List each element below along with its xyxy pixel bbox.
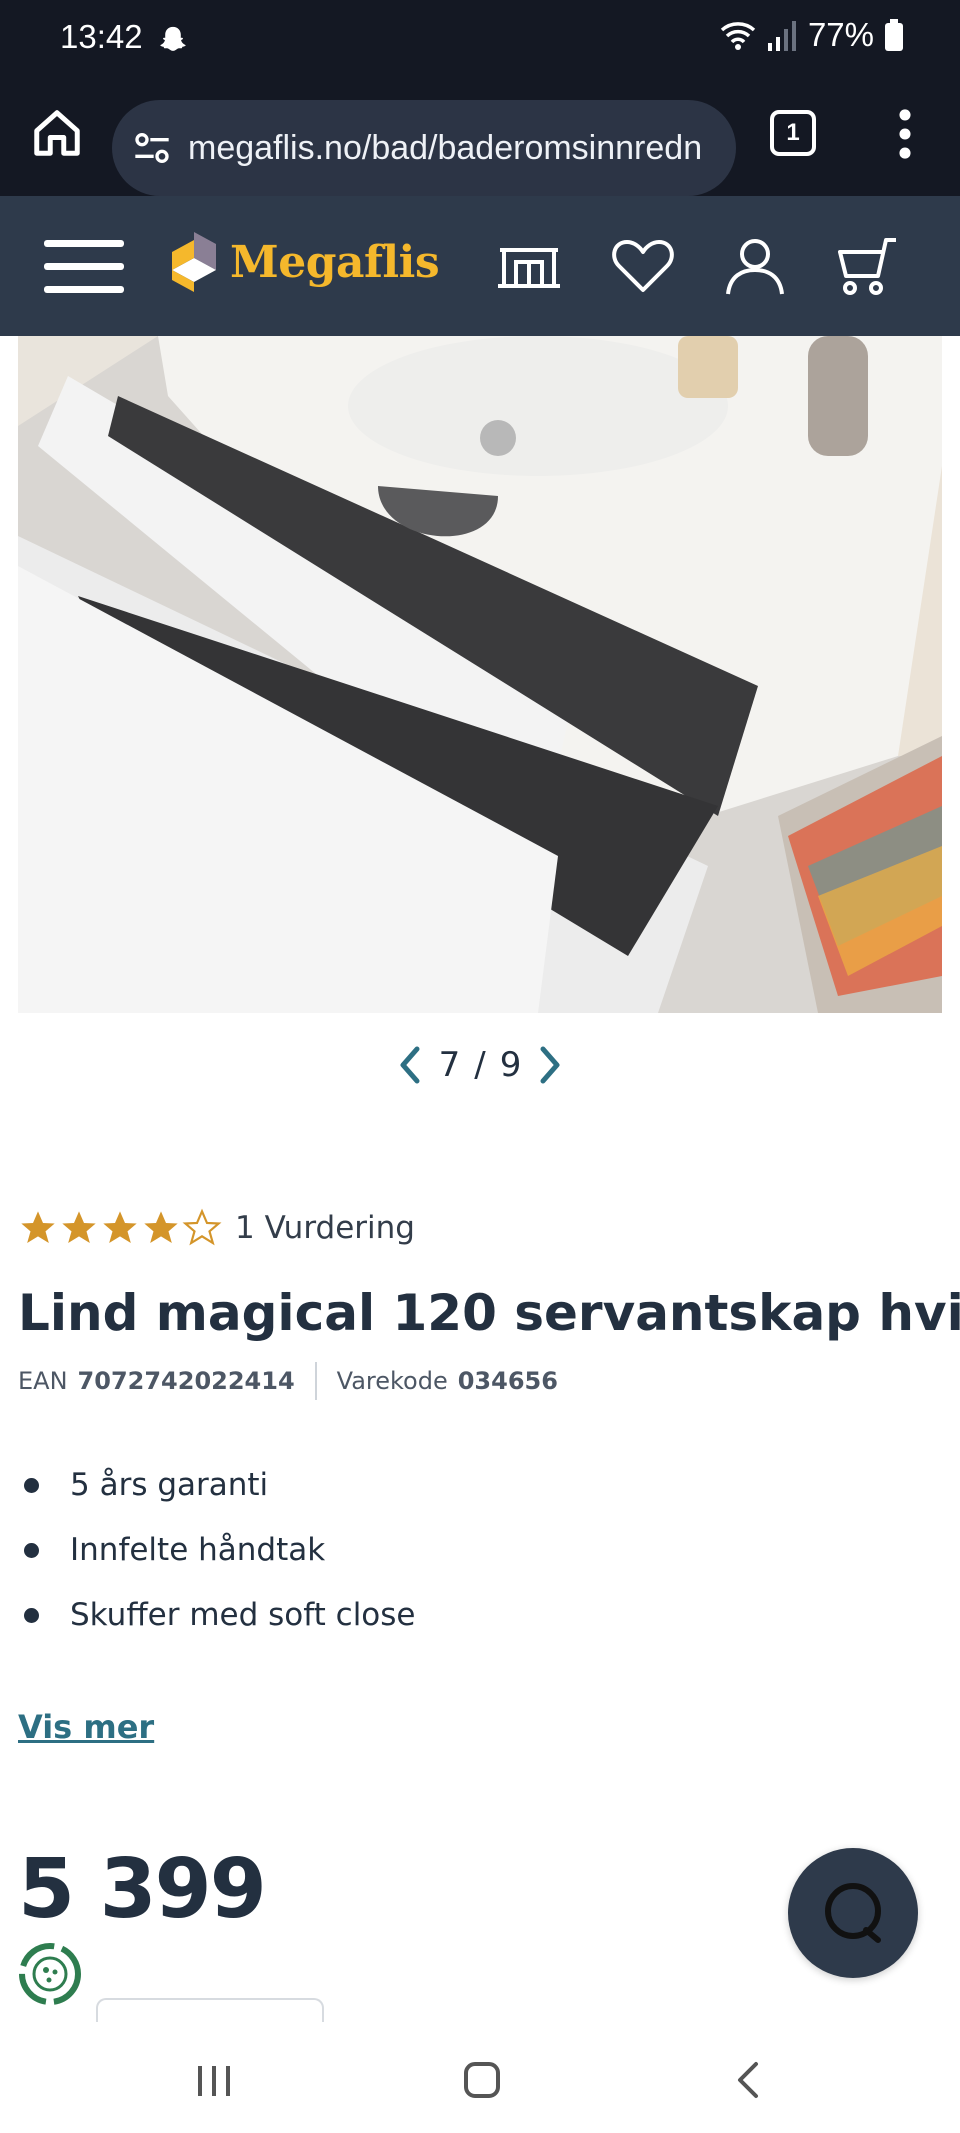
more-options-icon[interactable] [890,108,920,160]
product-title: Lind magical 120 servantskap hvit [18,1284,960,1342]
star-filled-icon [21,1211,55,1243]
chevron-right-icon[interactable] [535,1045,565,1085]
account-icon[interactable] [722,236,788,296]
brand-name: Megaflis [230,236,440,288]
home-nav-icon[interactable] [452,2050,512,2110]
url-text[interactable]: megaflis.no/bad/baderomsinnredn [188,129,728,168]
recent-apps-icon[interactable] [184,2050,244,2110]
snapchat-icon [160,26,186,51]
signal-icon [767,21,796,51]
bullet-icon [24,1478,39,1493]
feature-text: Innfelte håndtak [70,1531,326,1568]
status-indicators: 77% [718,16,904,54]
system-nav-bar [0,2022,960,2133]
varekode-value: 034656 [457,1367,558,1395]
ean-value: 7072742022414 [77,1367,295,1395]
back-icon[interactable] [720,2050,780,2110]
star-empty-icon [182,1208,222,1246]
pager-separator: / [474,1045,486,1085]
cart-icon[interactable] [834,236,900,296]
show-more-link[interactable]: Vis mer [18,1708,154,1746]
ean-label: EAN [18,1367,68,1395]
site-header: Megaflis [0,196,960,336]
address-bar[interactable]: megaflis.no/bad/baderomsinnredn [112,100,736,196]
star-filled-icon [103,1211,137,1243]
bullet-icon [24,1543,39,1558]
feature-text: Skuffer med soft close [70,1596,416,1633]
site-settings-icon[interactable] [132,128,172,168]
product-price: 5 399 [18,1842,267,1937]
feature-text: 5 års garanti [70,1466,269,1503]
battery-percent: 77% [807,16,874,53]
wifi-icon [720,22,756,50]
pager-current: 7 [438,1045,461,1085]
chat-bubble-icon [825,1883,881,1943]
status-time: 13:42 [60,18,143,55]
feature-item: 5 års garanti [18,1452,416,1517]
home-icon[interactable] [30,106,84,160]
logo-mark-icon [172,232,216,292]
feature-item: Skuffer med soft close [18,1582,416,1647]
image-pager: 7 / 9 [0,1040,960,1090]
star-filled-icon [62,1211,96,1243]
product-rating[interactable]: 1 Vurdering [18,1208,415,1248]
product-codes: EAN 7072742022414 Varekode 034656 [18,1362,558,1400]
chat-button[interactable] [788,1848,918,1978]
pager-total: 9 [499,1045,522,1085]
brand-logo[interactable]: Megaflis [168,230,440,294]
chevron-left-icon[interactable] [395,1045,425,1085]
tab-switcher-button[interactable]: 1 [770,110,816,156]
varekode-label: Varekode [336,1367,448,1395]
rating-count[interactable]: 1 Vurdering [235,1210,415,1246]
eco-recycle-icon[interactable] [18,1942,82,2006]
menu-icon[interactable] [44,236,124,296]
feature-list: 5 års garanti Innfelte håndtak Skuffer m… [18,1452,416,1647]
product-photo-graphic [18,336,942,1013]
star-filled-icon [144,1211,178,1243]
battery-icon [885,19,903,51]
feature-item: Innfelte håndtak [18,1517,416,1582]
product-image[interactable] [18,336,942,1013]
bullet-icon [24,1608,39,1623]
browser-toolbar: megaflis.no/bad/baderomsinnredn 1 [0,80,960,196]
store-icon[interactable] [496,236,562,296]
codes-divider [314,1362,317,1400]
wishlist-heart-icon[interactable] [610,236,676,296]
status-bar: 13:42 77% [0,0,960,80]
